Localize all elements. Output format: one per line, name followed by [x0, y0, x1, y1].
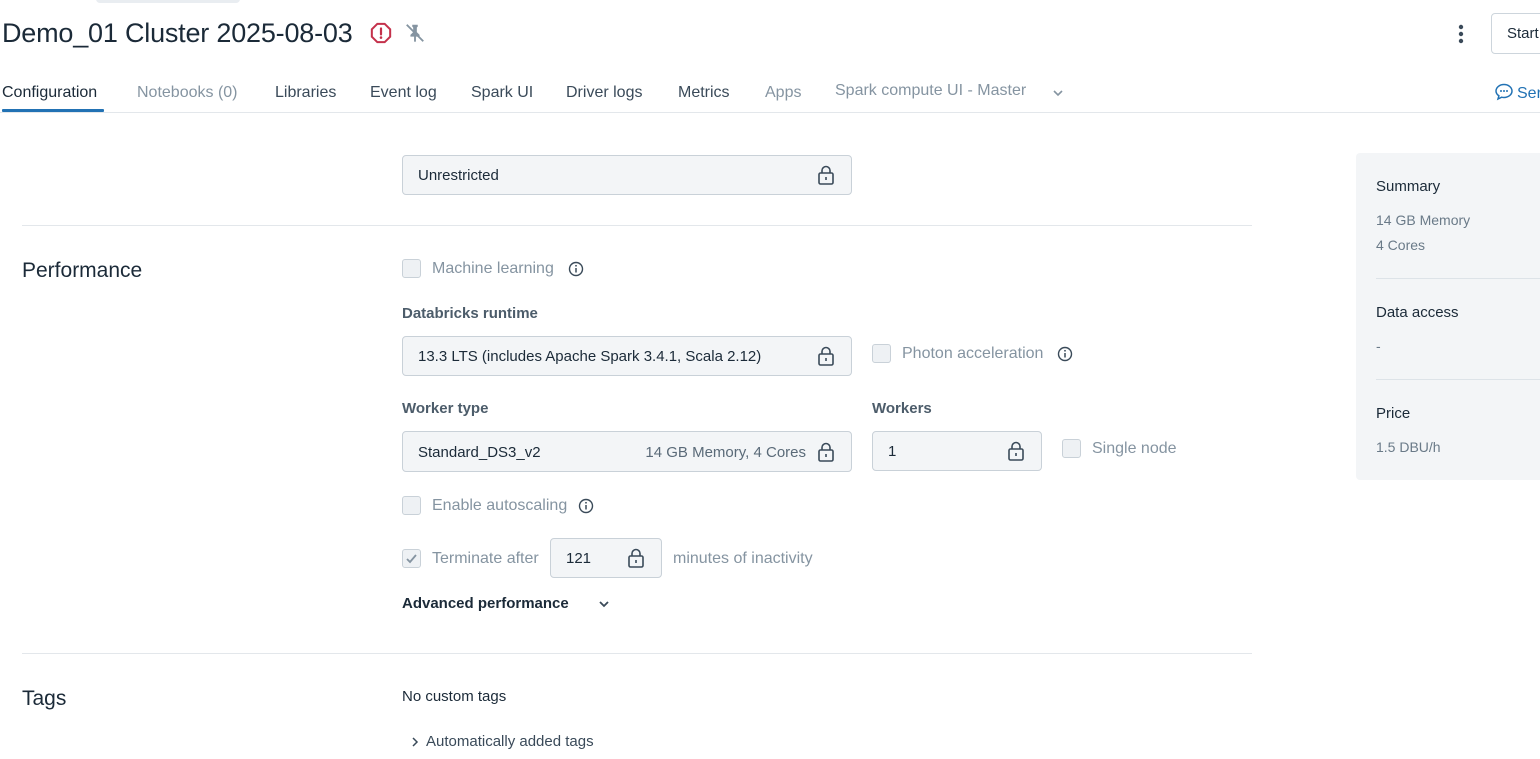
data-access-title: Data access: [1376, 304, 1459, 321]
active-tab-indicator: [2, 109, 104, 112]
lock-icon: [1008, 441, 1024, 461]
summary-memory: 14 GB Memory: [1376, 212, 1471, 228]
section-divider: [22, 653, 1252, 654]
photon-acceleration-label: Photon acceleration: [902, 345, 1044, 362]
single-node-checkbox[interactable]: [1062, 439, 1081, 458]
terminate-minutes-value: 121: [566, 550, 592, 567]
lock-icon: [628, 548, 644, 568]
feedback-label: Ser: [1517, 85, 1540, 102]
lock-icon: [818, 442, 834, 462]
send-feedback-link[interactable]: Ser: [1494, 82, 1540, 103]
summary-panel: Summary 14 GB Memory 4 Cores Data access…: [1356, 153, 1540, 480]
unpin-icon[interactable]: [404, 22, 426, 44]
price-value: 1.5 DBU/h: [1376, 439, 1441, 455]
checkmark-icon: [406, 554, 417, 564]
machine-learning-label: Machine learning: [432, 260, 554, 277]
workers-value: 1: [888, 443, 897, 460]
tab-notebooks[interactable]: Notebooks (0): [137, 84, 238, 102]
start-button[interactable]: Start: [1491, 13, 1540, 54]
runtime-value: 13.3 LTS (includes Apache Spark 3.4.1, S…: [418, 348, 762, 365]
data-access-value: -: [1376, 338, 1381, 354]
tags-section-title: Tags: [22, 687, 67, 710]
lock-icon: [818, 346, 834, 366]
terminate-minutes-field[interactable]: 121: [550, 538, 662, 578]
tab-bar: Configuration Notebooks (0) Libraries Ev…: [0, 76, 1540, 113]
workers-field[interactable]: 1: [872, 431, 1042, 471]
chevron-down-icon[interactable]: [1050, 85, 1066, 101]
tab-configuration[interactable]: Configuration: [2, 84, 97, 102]
top-tab-stub: [96, 0, 240, 3]
no-custom-tags-text: No custom tags: [402, 688, 507, 705]
automatically-added-tags-toggle[interactable]: Automatically added tags: [410, 733, 594, 750]
enable-autoscaling-label: Enable autoscaling: [432, 497, 568, 514]
price-title: Price: [1376, 405, 1411, 422]
worker-type-field[interactable]: Standard_DS3_v2 14 GB Memory, 4 Cores: [402, 431, 852, 472]
info-icon[interactable]: [578, 498, 594, 514]
summary-cores: 4 Cores: [1376, 237, 1426, 253]
summary-title: Summary: [1376, 178, 1441, 195]
info-icon[interactable]: [568, 261, 584, 277]
access-mode-field[interactable]: Unrestricted: [402, 155, 852, 195]
workers-label: Workers: [872, 400, 932, 417]
chat-bubble-icon: [1495, 83, 1513, 101]
tab-libraries[interactable]: Libraries: [275, 84, 336, 102]
automatically-added-tags-label: Automatically added tags: [426, 733, 594, 750]
tab-event-log[interactable]: Event log: [370, 84, 437, 102]
tab-spark-compute-ui[interactable]: Spark compute UI - Master: [835, 82, 1026, 100]
section-divider: [22, 225, 1252, 226]
info-icon[interactable]: [1057, 346, 1073, 362]
lock-icon: [818, 165, 834, 185]
chevron-down-icon[interactable]: [596, 596, 612, 612]
terminate-after-label: Terminate after: [432, 550, 539, 567]
worker-type-specs: 14 GB Memory, 4 Cores: [645, 444, 806, 461]
worker-type-value: Standard_DS3_v2: [418, 444, 541, 461]
enable-autoscaling-checkbox[interactable]: [402, 496, 421, 515]
alert-icon[interactable]: [370, 22, 392, 44]
machine-learning-checkbox[interactable]: [402, 259, 421, 278]
performance-section-title: Performance: [22, 259, 143, 282]
tab-metrics[interactable]: Metrics: [678, 84, 730, 102]
chevron-right-icon: [412, 737, 419, 747]
single-node-label: Single node: [1092, 440, 1177, 457]
runtime-field[interactable]: 13.3 LTS (includes Apache Spark 3.4.1, S…: [402, 336, 852, 376]
runtime-label: Databricks runtime: [402, 305, 538, 322]
page-title: Demo_01 Cluster 2025-08-03: [2, 18, 353, 48]
tab-driver-logs[interactable]: Driver logs: [566, 84, 642, 102]
worker-type-label: Worker type: [402, 400, 489, 417]
tab-spark-ui[interactable]: Spark UI: [471, 84, 533, 102]
photon-acceleration-checkbox[interactable]: [872, 344, 891, 363]
more-options-icon[interactable]: [1450, 22, 1472, 46]
access-mode-value: Unrestricted: [418, 167, 499, 184]
summary-divider: [1376, 379, 1540, 380]
summary-divider: [1376, 278, 1540, 279]
terminate-suffix-label: minutes of inactivity: [673, 550, 813, 567]
tab-apps[interactable]: Apps: [765, 84, 801, 102]
terminate-after-checkbox[interactable]: [402, 549, 421, 568]
advanced-performance-toggle[interactable]: Advanced performance: [402, 595, 569, 612]
